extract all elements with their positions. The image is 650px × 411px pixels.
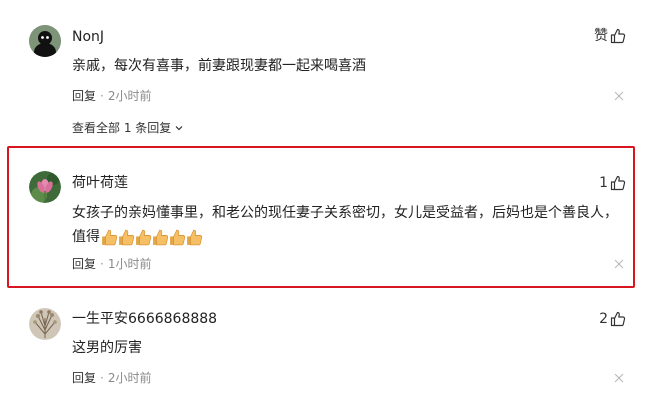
lotus-flower-avatar-icon [29,171,61,203]
thumbs-up-emoji-icon [187,229,203,245]
like-button[interactable]: 1 [599,174,626,192]
comment-text: 亲戚，每次有喜事，前妻跟现妻都一起来喝喜酒 [72,58,366,74]
dried-flowers-avatar-icon [29,308,61,340]
close-icon[interactable] [614,91,624,101]
close-icon[interactable] [614,259,624,269]
reply-button[interactable]: 回复 [72,257,96,271]
comment-text-line-1: 女孩子的亲妈懂事里，和老公的现任妻子关系密切，女儿是受益者，后妈也是个善良人， [72,205,618,221]
thumbs-up-emoji-icon [119,229,135,245]
comment-meta: 回复 · 2小时前 [72,88,151,104]
separator-dot: · [100,257,104,271]
avatar[interactable] [29,171,61,203]
view-all-replies-label: 查看全部 1 条回复 [72,121,172,135]
like-label: 赞 [594,28,608,44]
avatar[interactable] [29,25,61,57]
username[interactable]: NonJ [72,28,104,46]
comment-text: 女孩子的亲妈懂事里，和老公的现任妻子关系密切，女儿是受益者，后妈也是个善良人， … [72,201,632,249]
comment-text-line-2: 值得 [72,225,632,249]
chevron-down-icon [175,126,183,131]
like-button[interactable]: 赞 [594,27,626,45]
separator-dot: · [100,89,104,103]
timestamp: 2小时前 [107,89,152,103]
separator-dot: · [100,371,104,385]
comment-1: NonJ 赞 亲戚，每次有喜事，前妻跟现妻都一起来喝喜酒 回复 · 2小时前 查看全… [0,0,650,140]
thumbs-up-icon [610,175,626,191]
thumbs-up-emoji-icon [102,229,118,245]
comment-text: 这男的厉害 [72,340,142,356]
comment-meta: 回复 · 2小时前 [72,370,151,386]
like-count: 1 [599,175,608,191]
thumbs-up-emoji-icon [136,229,152,245]
thumbs-up-icon [610,28,626,44]
comment-text-line-2-label: 值得 [72,229,100,245]
thumbs-up-emoji-row [101,229,203,246]
comment-meta: 回复 · 1小时前 [72,256,151,272]
reply-button[interactable]: 回复 [72,371,96,385]
like-button[interactable]: 2 [599,310,626,328]
username[interactable]: 荷叶荷莲 [72,174,128,192]
timestamp: 1小时前 [107,257,152,271]
like-count: 2 [599,311,608,327]
comment-2: 荷叶荷莲 1 女孩子的亲妈懂事里，和老公的现任妻子关系密切，女儿是受益者，后妈也… [0,146,650,288]
view-all-replies-button[interactable]: 查看全部 1 条回复 [72,120,184,136]
close-icon[interactable] [614,373,624,383]
thumbs-up-icon [610,311,626,327]
avatar[interactable] [29,308,61,340]
comment-3: 一生平安6666868888 2 这男的厉害 回复 · 2小时前 [0,290,650,411]
black-figure-avatar-icon [29,25,61,57]
thumbs-up-emoji-icon [170,229,186,245]
thumbs-up-emoji-icon [153,229,169,245]
reply-button[interactable]: 回复 [72,89,96,103]
username[interactable]: 一生平安6666868888 [72,310,217,328]
timestamp: 2小时前 [107,371,152,385]
